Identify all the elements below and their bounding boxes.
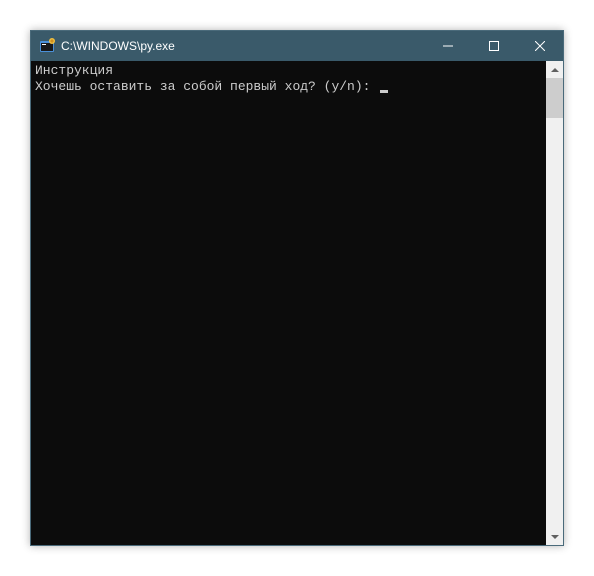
maximize-button[interactable] [471, 31, 517, 61]
window-title: C:\WINDOWS\py.exe [61, 39, 425, 53]
minimize-button[interactable] [425, 31, 471, 61]
terminal-line: Инструкция [35, 63, 542, 79]
chevron-down-icon [551, 535, 559, 539]
chevron-up-icon [551, 68, 559, 72]
close-button[interactable] [517, 31, 563, 61]
cursor-icon [380, 90, 388, 93]
scrollbar-thumb[interactable] [546, 78, 563, 118]
content-area: ИнструкцияХочешь оставить за собой первы… [31, 61, 563, 545]
titlebar[interactable]: C:\WINDOWS\py.exe [31, 31, 563, 61]
app-icon [39, 38, 55, 54]
terminal-output[interactable]: ИнструкцияХочешь оставить за собой первы… [31, 61, 546, 545]
scroll-down-button[interactable] [546, 528, 563, 545]
scroll-up-button[interactable] [546, 61, 563, 78]
vertical-scrollbar[interactable] [546, 61, 563, 545]
window-controls [425, 31, 563, 61]
terminal-line: Хочешь оставить за собой первый ход? (y/… [35, 79, 378, 94]
console-window: C:\WINDOWS\py.exe ИнструкцияХочешь остав… [30, 30, 564, 546]
